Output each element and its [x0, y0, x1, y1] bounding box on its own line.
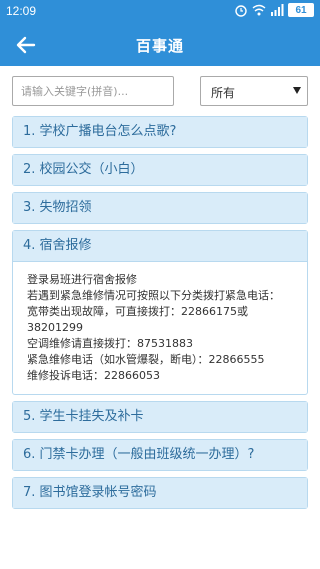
dropdown-arrow-icon — [293, 87, 301, 94]
status-bar: 12:09 61 — [0, 0, 320, 24]
detail-line: 若遇到紧急维修情况可按照以下分类拨打紧急电话： — [27, 289, 280, 302]
list-item-label[interactable]: 2. 校园公交（小白） — [13, 155, 307, 185]
list-item-label[interactable]: 5. 学生卡挂失及补卡 — [13, 402, 307, 432]
page-title: 百事通 — [135, 37, 184, 55]
detail-line: 登录易班进行宿舍报修 — [27, 273, 137, 286]
battery-icon: 61 — [288, 3, 314, 17]
item-detail: 登录易班进行宿舍报修 若遇到紧急维修情况可按照以下分类拨打紧急电话： 宽带类出现… — [13, 261, 307, 394]
list-item-expanded[interactable]: 4. 宿舍报修 登录易班进行宿舍报修 若遇到紧急维修情况可按照以下分类拨打紧急电… — [12, 230, 308, 395]
search-row: 所有 — [12, 76, 308, 106]
list-item[interactable]: 7. 图书馆登录帐号密码 — [12, 477, 308, 509]
list-item-label[interactable]: 1. 学校广播电台怎么点歌? — [13, 117, 307, 147]
list-item[interactable]: 1. 学校广播电台怎么点歌? — [12, 116, 308, 148]
signal-icon — [271, 4, 284, 16]
list-item[interactable]: 6. 门禁卡办理（一般由班级统一办理）? — [12, 439, 308, 471]
list-item[interactable]: 5. 学生卡挂失及补卡 — [12, 401, 308, 433]
list-item-label[interactable]: 3. 失物招领 — [13, 193, 307, 223]
list-item-label[interactable]: 6. 门禁卡办理（一般由班级统一办理）? — [13, 440, 307, 470]
detail-line: 空调维修请直接拨打：87531883 — [27, 337, 193, 350]
list-item-label[interactable]: 7. 图书馆登录帐号密码 — [13, 478, 307, 508]
category-select-value: 所有 — [211, 86, 236, 100]
wifi-icon — [252, 4, 266, 16]
list-item-label[interactable]: 4. 宿舍报修 — [13, 231, 307, 261]
list-item[interactable]: 3. 失物招领 — [12, 192, 308, 224]
status-icons: 61 — [234, 3, 314, 17]
detail-line: 宽带类出现故障，可直接拨打：22866175或38201299 — [27, 305, 248, 334]
list-item[interactable]: 2. 校园公交（小白） — [12, 154, 308, 186]
category-select[interactable]: 所有 — [200, 76, 308, 106]
detail-line: 维修投诉电话：22866053 — [27, 369, 160, 382]
app-bar: 百事通 — [0, 24, 320, 66]
detail-line: 紧急维修电话（如水管爆裂，断电）：22866555 — [27, 353, 265, 366]
search-input[interactable] — [12, 76, 174, 106]
faq-list: 1. 学校广播电台怎么点歌? 2. 校园公交（小白） 3. 失物招领 4. 宿舍… — [12, 116, 308, 515]
status-time: 12:09 — [6, 4, 37, 18]
alarm-icon — [235, 5, 247, 17]
